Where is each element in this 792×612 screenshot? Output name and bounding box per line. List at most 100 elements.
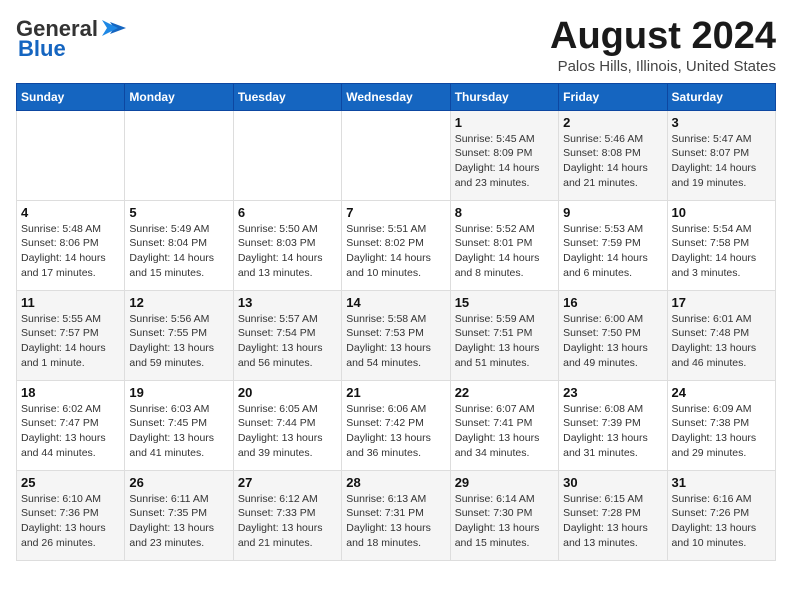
- day-info: Sunrise: 5:58 AM Sunset: 7:53 PM Dayligh…: [346, 312, 445, 371]
- calendar-cell: 27 Sunrise: 6:12 AM Sunset: 7:33 PM Dayli…: [233, 470, 341, 560]
- calendar-cell: 9 Sunrise: 5:53 AM Sunset: 7:59 PM Daylig…: [559, 200, 667, 290]
- calendar-cell: 19 Sunrise: 6:03 AM Sunset: 7:45 PM Dayli…: [125, 380, 233, 470]
- weekday-header: Tuesday: [233, 83, 341, 110]
- calendar-cell: 31 Sunrise: 6:16 AM Sunset: 7:26 PM Dayli…: [667, 470, 775, 560]
- day-number: 2: [563, 115, 662, 130]
- day-info: Sunrise: 6:05 AM Sunset: 7:44 PM Dayligh…: [238, 402, 337, 461]
- day-info: Sunrise: 6:15 AM Sunset: 7:28 PM Dayligh…: [563, 492, 662, 551]
- day-info: Sunrise: 5:47 AM Sunset: 8:07 PM Dayligh…: [672, 132, 771, 191]
- day-info: Sunrise: 5:55 AM Sunset: 7:57 PM Dayligh…: [21, 312, 120, 371]
- day-info: Sunrise: 6:03 AM Sunset: 7:45 PM Dayligh…: [129, 402, 228, 461]
- weekday-header: Saturday: [667, 83, 775, 110]
- calendar-week-row: 18 Sunrise: 6:02 AM Sunset: 7:47 PM Dayli…: [17, 380, 776, 470]
- day-number: 22: [455, 385, 554, 400]
- day-number: 11: [21, 295, 120, 310]
- day-number: 30: [563, 475, 662, 490]
- day-info: Sunrise: 5:56 AM Sunset: 7:55 PM Dayligh…: [129, 312, 228, 371]
- calendar-cell: 26 Sunrise: 6:11 AM Sunset: 7:35 PM Dayli…: [125, 470, 233, 560]
- day-number: 7: [346, 205, 445, 220]
- day-number: 21: [346, 385, 445, 400]
- calendar-cell: 14 Sunrise: 5:58 AM Sunset: 7:53 PM Dayli…: [342, 290, 450, 380]
- weekday-header: Wednesday: [342, 83, 450, 110]
- day-info: Sunrise: 5:52 AM Sunset: 8:01 PM Dayligh…: [455, 222, 554, 281]
- day-number: 9: [563, 205, 662, 220]
- calendar-cell: 5Sunrise: 5:49 AM Sunset: 8:04 PM Daylig…: [125, 200, 233, 290]
- logo: General Blue: [16, 16, 126, 62]
- calendar-cell: [342, 110, 450, 200]
- calendar-cell: 4 Sunrise: 5:48 AM Sunset: 8:06 PM Daylig…: [17, 200, 125, 290]
- calendar-header-row: SundayMondayTuesdayWednesdayThursdayFrid…: [17, 83, 776, 110]
- day-info: Sunrise: 5:57 AM Sunset: 7:54 PM Dayligh…: [238, 312, 337, 371]
- calendar-cell: 13 Sunrise: 5:57 AM Sunset: 7:54 PM Dayli…: [233, 290, 341, 380]
- calendar-cell: 11 Sunrise: 5:55 AM Sunset: 7:57 PM Dayli…: [17, 290, 125, 380]
- day-info: Sunrise: 5:59 AM Sunset: 7:51 PM Dayligh…: [455, 312, 554, 371]
- calendar-cell: 2 Sunrise: 5:46 AM Sunset: 8:08 PM Daylig…: [559, 110, 667, 200]
- calendar-week-row: 11 Sunrise: 5:55 AM Sunset: 7:57 PM Dayli…: [17, 290, 776, 380]
- calendar-cell: 20 Sunrise: 6:05 AM Sunset: 7:44 PM Dayli…: [233, 380, 341, 470]
- day-info: Sunrise: 6:02 AM Sunset: 7:47 PM Dayligh…: [21, 402, 120, 461]
- day-info: Sunrise: 5:46 AM Sunset: 8:08 PM Dayligh…: [563, 132, 662, 191]
- calendar-cell: 29 Sunrise: 6:14 AM Sunset: 7:30 PM Dayli…: [450, 470, 558, 560]
- day-number: 20: [238, 385, 337, 400]
- day-info: Sunrise: 5:53 AM Sunset: 7:59 PM Dayligh…: [563, 222, 662, 281]
- calendar-cell: 10Sunrise: 5:54 AM Sunset: 7:58 PM Dayli…: [667, 200, 775, 290]
- calendar-cell: 28 Sunrise: 6:13 AM Sunset: 7:31 PM Dayli…: [342, 470, 450, 560]
- day-info: Sunrise: 5:49 AM Sunset: 8:04 PM Dayligh…: [129, 222, 228, 281]
- day-number: 4: [21, 205, 120, 220]
- day-info: Sunrise: 6:16 AM Sunset: 7:26 PM Dayligh…: [672, 492, 771, 551]
- day-info: Sunrise: 6:11 AM Sunset: 7:35 PM Dayligh…: [129, 492, 228, 551]
- day-info: Sunrise: 5:54 AM Sunset: 7:58 PM Dayligh…: [672, 222, 771, 281]
- day-number: 16: [563, 295, 662, 310]
- page-subtitle: Palos Hills, Illinois, United States: [550, 58, 776, 75]
- calendar-cell: 6Sunrise: 5:50 AM Sunset: 8:03 PM Daylig…: [233, 200, 341, 290]
- calendar-week-row: 1 Sunrise: 5:45 AM Sunset: 8:09 PM Daylig…: [17, 110, 776, 200]
- day-number: 18: [21, 385, 120, 400]
- day-number: 1: [455, 115, 554, 130]
- weekday-header: Sunday: [17, 83, 125, 110]
- weekday-header: Thursday: [450, 83, 558, 110]
- day-number: 26: [129, 475, 228, 490]
- calendar-cell: 16 Sunrise: 6:00 AM Sunset: 7:50 PM Dayli…: [559, 290, 667, 380]
- calendar-cell: 22 Sunrise: 6:07 AM Sunset: 7:41 PM Dayli…: [450, 380, 558, 470]
- day-info: Sunrise: 6:06 AM Sunset: 7:42 PM Dayligh…: [346, 402, 445, 461]
- day-info: Sunrise: 6:14 AM Sunset: 7:30 PM Dayligh…: [455, 492, 554, 551]
- calendar-cell: [17, 110, 125, 200]
- day-number: 31: [672, 475, 771, 490]
- calendar-cell: 8 Sunrise: 5:52 AM Sunset: 8:01 PM Daylig…: [450, 200, 558, 290]
- calendar-cell: 21 Sunrise: 6:06 AM Sunset: 7:42 PM Dayli…: [342, 380, 450, 470]
- logo-bird-icon: [100, 18, 126, 40]
- day-info: Sunrise: 6:10 AM Sunset: 7:36 PM Dayligh…: [21, 492, 120, 551]
- day-info: Sunrise: 6:13 AM Sunset: 7:31 PM Dayligh…: [346, 492, 445, 551]
- day-info: Sunrise: 5:51 AM Sunset: 8:02 PM Dayligh…: [346, 222, 445, 281]
- day-info: Sunrise: 6:00 AM Sunset: 7:50 PM Dayligh…: [563, 312, 662, 371]
- calendar-cell: 12Sunrise: 5:56 AM Sunset: 7:55 PM Dayli…: [125, 290, 233, 380]
- day-info: Sunrise: 6:12 AM Sunset: 7:33 PM Dayligh…: [238, 492, 337, 551]
- day-number: 29: [455, 475, 554, 490]
- page-title: August 2024: [550, 16, 776, 58]
- calendar-table: SundayMondayTuesdayWednesdayThursdayFrid…: [16, 83, 776, 561]
- calendar-cell: [233, 110, 341, 200]
- calendar-cell: 3Sunrise: 5:47 AM Sunset: 8:07 PM Daylig…: [667, 110, 775, 200]
- day-number: 13: [238, 295, 337, 310]
- calendar-cell: 23 Sunrise: 6:08 AM Sunset: 7:39 PM Dayli…: [559, 380, 667, 470]
- day-number: 28: [346, 475, 445, 490]
- calendar-cell: 24Sunrise: 6:09 AM Sunset: 7:38 PM Dayli…: [667, 380, 775, 470]
- day-number: 19: [129, 385, 228, 400]
- calendar-cell: 18 Sunrise: 6:02 AM Sunset: 7:47 PM Dayli…: [17, 380, 125, 470]
- day-info: Sunrise: 6:08 AM Sunset: 7:39 PM Dayligh…: [563, 402, 662, 461]
- weekday-header: Monday: [125, 83, 233, 110]
- day-number: 27: [238, 475, 337, 490]
- day-number: 23: [563, 385, 662, 400]
- day-info: Sunrise: 6:07 AM Sunset: 7:41 PM Dayligh…: [455, 402, 554, 461]
- day-number: 15: [455, 295, 554, 310]
- day-number: 25: [21, 475, 120, 490]
- title-block: August 2024 Palos Hills, Illinois, Unite…: [550, 16, 776, 75]
- calendar-cell: 7 Sunrise: 5:51 AM Sunset: 8:02 PM Daylig…: [342, 200, 450, 290]
- day-info: Sunrise: 5:48 AM Sunset: 8:06 PM Dayligh…: [21, 222, 120, 281]
- day-number: 8: [455, 205, 554, 220]
- calendar-cell: 15 Sunrise: 5:59 AM Sunset: 7:51 PM Dayli…: [450, 290, 558, 380]
- day-info: Sunrise: 5:45 AM Sunset: 8:09 PM Dayligh…: [455, 132, 554, 191]
- day-number: 14: [346, 295, 445, 310]
- calendar-cell: 17Sunrise: 6:01 AM Sunset: 7:48 PM Dayli…: [667, 290, 775, 380]
- page-header: General Blue August 2024 Palos Hills, Il…: [16, 16, 776, 75]
